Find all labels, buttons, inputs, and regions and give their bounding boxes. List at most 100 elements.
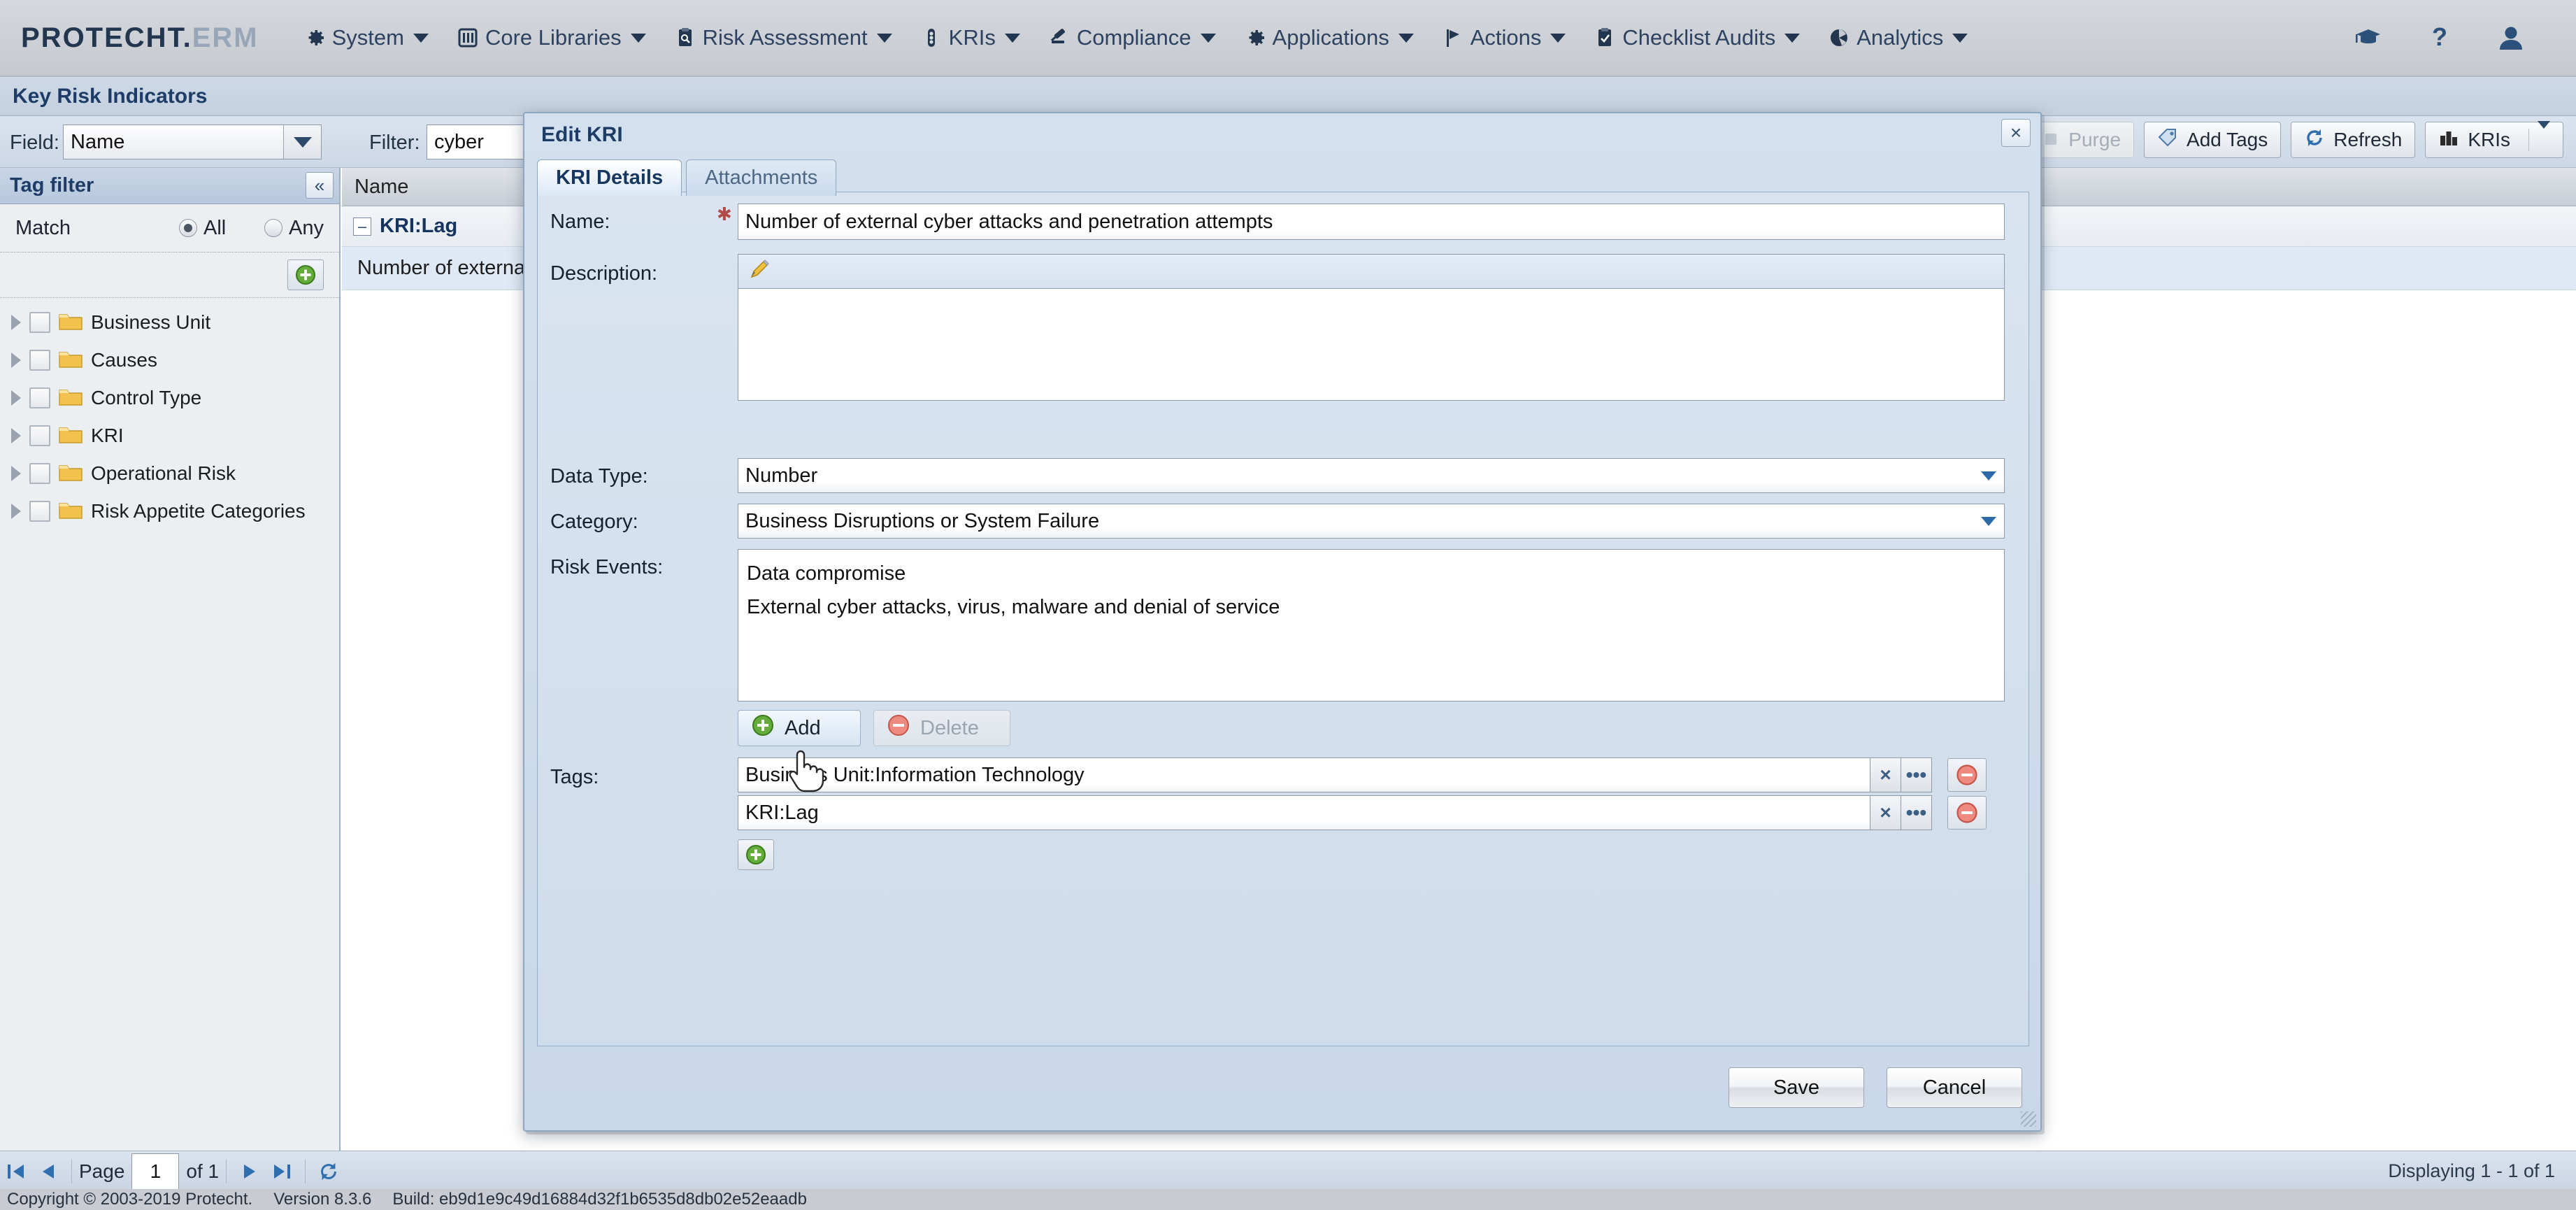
tag-tree: Business Unit Causes Control Type KRI Op… bbox=[0, 298, 339, 530]
gear-icon bbox=[1244, 27, 1266, 49]
chevron-right-icon[interactable] bbox=[11, 466, 21, 481]
tag-value-field[interactable]: Business Unit:Information Technology bbox=[738, 757, 1870, 792]
tag-checkbox[interactable] bbox=[29, 312, 50, 333]
match-all-radio[interactable]: All bbox=[179, 217, 226, 240]
tag-checkbox[interactable] bbox=[29, 350, 50, 371]
graduation-cap-icon[interactable] bbox=[2352, 22, 2384, 54]
add-tag-filter-button[interactable] bbox=[287, 259, 324, 290]
clear-tag-icon[interactable]: × bbox=[1870, 757, 1901, 792]
tab-kri-details[interactable]: KRI Details bbox=[537, 159, 682, 196]
resize-grip[interactable] bbox=[2021, 1111, 2036, 1127]
clear-tag-icon[interactable]: × bbox=[1870, 795, 1901, 830]
add-tag-button[interactable] bbox=[738, 839, 774, 870]
tag-checkbox[interactable] bbox=[29, 463, 50, 484]
chevron-right-icon[interactable] bbox=[11, 353, 21, 368]
nav-item-compliance[interactable]: Compliance bbox=[1037, 21, 1227, 55]
chevron-right-icon[interactable] bbox=[11, 504, 21, 519]
page-label: Page bbox=[79, 1160, 125, 1182]
browse-tag-icon[interactable]: ••• bbox=[1901, 795, 1932, 830]
tag-checkbox[interactable] bbox=[29, 387, 50, 408]
remove-tag-button[interactable] bbox=[1947, 796, 1987, 830]
gavel-icon bbox=[1048, 27, 1071, 49]
page-number-input[interactable]: 1 bbox=[131, 1153, 180, 1190]
purge-icon bbox=[2042, 129, 2060, 152]
tag-tree-item-kri[interactable]: KRI bbox=[0, 417, 339, 455]
last-page-icon[interactable] bbox=[266, 1160, 298, 1183]
next-page-icon[interactable] bbox=[234, 1160, 266, 1183]
brand-main: PROTECHT. bbox=[21, 22, 192, 53]
tag-checkbox[interactable] bbox=[29, 501, 50, 522]
chevron-down-icon[interactable] bbox=[2528, 121, 2550, 151]
user-avatar-icon[interactable] bbox=[2495, 22, 2527, 54]
grid-column-name[interactable]: Name bbox=[342, 176, 408, 199]
nav-item-label: System bbox=[331, 25, 404, 50]
tab-label: KRI Details bbox=[556, 166, 664, 189]
tag-tree-item-operational-risk[interactable]: Operational Risk bbox=[0, 455, 339, 492]
chevron-down-icon bbox=[283, 125, 321, 159]
tags-label: Tags: bbox=[550, 766, 599, 788]
tag-tree-item-label: Causes bbox=[91, 349, 157, 371]
list-item[interactable]: External cyber attacks, virus, malware a… bbox=[747, 590, 2004, 624]
dialog-title-bar[interactable]: Edit KRI × bbox=[524, 113, 2040, 155]
pie-chart-icon bbox=[1828, 27, 1850, 49]
risk-events-list[interactable]: Data compromise External cyber attacks, … bbox=[738, 549, 2005, 702]
nav-item-checklist-audits[interactable]: Checklist Audits bbox=[1582, 21, 1811, 55]
nav-item-core-libraries[interactable]: Core Libraries bbox=[445, 21, 657, 55]
match-any-radio[interactable]: Any bbox=[264, 217, 324, 240]
nav-item-system[interactable]: System bbox=[292, 21, 440, 55]
add-risk-event-button[interactable]: Add bbox=[738, 710, 861, 746]
chevron-down-icon bbox=[1550, 33, 1566, 43]
collapse-panel-icon[interactable]: « bbox=[306, 172, 334, 199]
nav-item-label: KRIs bbox=[948, 25, 996, 50]
browse-tag-icon[interactable]: ••• bbox=[1901, 757, 1932, 792]
nav-item-kris[interactable]: KRIs bbox=[909, 21, 1031, 55]
chevron-down-icon bbox=[1973, 471, 2004, 481]
tag-checkbox[interactable] bbox=[29, 425, 50, 446]
delete-risk-event-button[interactable]: Delete bbox=[873, 710, 1010, 746]
dialog-body: Name: ✱ Number of external cyber attacks… bbox=[537, 192, 2029, 1046]
cancel-button[interactable]: Cancel bbox=[1887, 1067, 2022, 1108]
top-navigation-bar: PROTECHT.ERM System Core Libraries Risk … bbox=[0, 0, 2576, 77]
tag-tree-item-control-type[interactable]: Control Type bbox=[0, 379, 339, 417]
field-select[interactable]: Name bbox=[63, 124, 322, 159]
flag-icon bbox=[1442, 27, 1464, 49]
tab-attachments[interactable]: Attachments bbox=[686, 159, 837, 196]
nav-item-applications[interactable]: Applications bbox=[1233, 21, 1425, 55]
displaying-count: Displaying 1 - 1 of 1 bbox=[2388, 1160, 2555, 1181]
collapse-group-icon[interactable]: – bbox=[353, 217, 371, 236]
name-input[interactable]: Number of external cyber attacks and pen… bbox=[738, 204, 2005, 240]
refresh-label: Refresh bbox=[2333, 129, 2403, 150]
refresh-button[interactable]: Refresh bbox=[2291, 122, 2416, 158]
kris-split-button[interactable]: KRIs bbox=[2425, 121, 2563, 158]
nav-item-actions[interactable]: Actions bbox=[1431, 21, 1577, 55]
remove-tag-button[interactable] bbox=[1947, 758, 1987, 792]
refresh-icon[interactable] bbox=[313, 1160, 345, 1183]
match-mode-row: Match All Any bbox=[0, 204, 339, 252]
first-page-icon[interactable] bbox=[0, 1160, 32, 1183]
green-plus-icon bbox=[296, 265, 315, 285]
tag-value-field[interactable]: KRI:Lag bbox=[738, 795, 1870, 830]
close-icon[interactable]: × bbox=[2001, 119, 2031, 147]
tag-tree-item-business-unit[interactable]: Business Unit bbox=[0, 304, 339, 341]
pencil-edit-icon[interactable] bbox=[748, 258, 772, 285]
add-tags-button[interactable]: Add Tags bbox=[2144, 122, 2282, 158]
purge-label: Purge bbox=[2068, 129, 2121, 150]
chevron-right-icon[interactable] bbox=[11, 428, 21, 443]
chevron-right-icon[interactable] bbox=[11, 390, 21, 406]
tag-tree-item-risk-appetite-categories[interactable]: Risk Appetite Categories bbox=[0, 492, 339, 530]
category-select[interactable]: Business Disruptions or System Failure bbox=[738, 504, 2005, 539]
list-item[interactable]: Data compromise bbox=[747, 557, 2004, 590]
data-type-select[interactable]: Number bbox=[738, 458, 2005, 493]
nav-item-risk-assessment[interactable]: Risk Assessment bbox=[663, 21, 903, 55]
green-plus-icon bbox=[746, 845, 766, 864]
save-button[interactable]: Save bbox=[1729, 1067, 1864, 1108]
tag-tree-item-causes[interactable]: Causes bbox=[0, 341, 339, 379]
nav-item-analytics[interactable]: Analytics bbox=[1817, 21, 1979, 55]
prev-page-icon[interactable] bbox=[32, 1160, 64, 1183]
app-logo: PROTECHT.ERM bbox=[21, 22, 259, 54]
chevron-right-icon[interactable] bbox=[11, 315, 21, 330]
description-textarea[interactable] bbox=[738, 289, 2005, 401]
dialog-title: Edit KRI bbox=[541, 123, 623, 146]
help-question-icon[interactable]: ? bbox=[2424, 22, 2456, 54]
category-label: Category: bbox=[550, 511, 638, 533]
